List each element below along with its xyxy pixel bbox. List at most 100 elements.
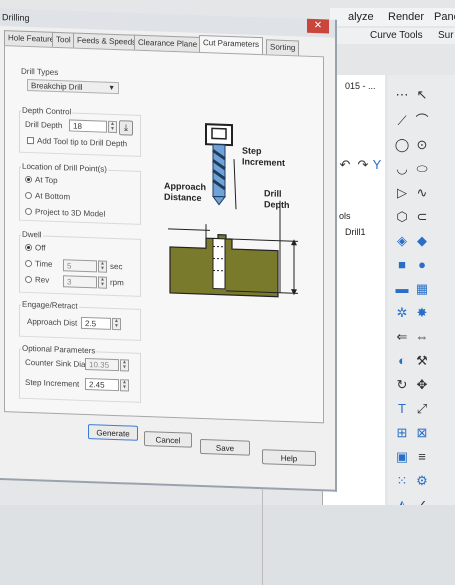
- command-area: [0, 505, 455, 585]
- dialog-title: Drilling: [2, 12, 30, 24]
- toolbar-tabs: Curve Tools Sur: [330, 28, 455, 44]
- approach-label-line1: Approach: [164, 181, 206, 192]
- explode-icon[interactable]: ✸: [414, 305, 430, 321]
- add-tool-tip-checkbox[interactable]: [27, 136, 34, 145]
- mirror-icon[interactable]: ⊠: [414, 425, 430, 441]
- tool-holder-inner: [211, 127, 227, 140]
- boolean-icon[interactable]: ◐: [394, 353, 410, 369]
- dwell-time-unit: sec: [110, 261, 123, 272]
- tools-icon[interactable]: ⚙: [414, 473, 430, 489]
- radio-project-3d[interactable]: [25, 207, 32, 216]
- sphere-icon[interactable]: ●: [414, 257, 430, 273]
- approach-dist-input[interactable]: 2.5: [81, 316, 111, 330]
- dwell-time-input[interactable]: 5: [63, 259, 97, 273]
- array-icon[interactable]: ⊞: [394, 425, 410, 441]
- polygon-icon[interactable]: ⬡: [394, 209, 410, 225]
- generate-button[interactable]: Generate: [88, 424, 138, 441]
- join-icon[interactable]: ⇐: [394, 329, 410, 345]
- step-increment-input[interactable]: 2.45: [85, 377, 119, 392]
- point-icon[interactable]: ⋯: [394, 87, 410, 103]
- approach-dist-label: Approach Dist: [27, 316, 78, 328]
- menu-analyze[interactable]: alyze: [348, 11, 374, 23]
- tab-tool[interactable]: Tool: [52, 31, 75, 48]
- split-icon[interactable]: ⇔: [414, 329, 430, 345]
- box-icon[interactable]: ■: [394, 257, 410, 273]
- menu-panels[interactable]: Pane: [434, 11, 455, 23]
- drill-type-value: Breakchip Drill: [31, 81, 83, 92]
- menu-bar: alyze Render Pane: [330, 8, 455, 26]
- drill-depth-input[interactable]: 18: [69, 119, 107, 133]
- undo-icon[interactable]: ↶: [337, 157, 353, 173]
- panel-item-tools[interactable]: ols: [339, 211, 351, 221]
- counter-sink-spinner[interactable]: ▲ ▼: [120, 359, 129, 372]
- step-label-line2: Increment: [242, 156, 285, 167]
- drill-tip: [212, 195, 226, 206]
- rotate-icon[interactable]: ↻: [394, 377, 410, 393]
- arc-icon[interactable]: ◡: [394, 161, 410, 177]
- radio-dwell-time[interactable]: [25, 259, 32, 268]
- select-arrow-icon[interactable]: ↖: [414, 87, 430, 103]
- radio-dwell-off[interactable]: [25, 243, 32, 252]
- drill-depth-spinner[interactable]: ▲ ▼: [108, 120, 117, 134]
- step-increment-spinner[interactable]: ▲ ▼: [120, 379, 129, 392]
- spline-icon[interactable]: ⊂: [414, 209, 430, 225]
- cylinder-icon[interactable]: ▬: [394, 281, 410, 297]
- approach-line: [168, 228, 210, 231]
- radio-dwell-rev[interactable]: [25, 275, 32, 284]
- tab-curve-tools[interactable]: Curve Tools: [370, 30, 423, 41]
- circle-point-icon[interactable]: ⊙: [414, 137, 430, 153]
- counter-sink-input[interactable]: 10.35: [85, 357, 119, 372]
- depth-control-label: Depth Control: [21, 105, 73, 117]
- curve-icon[interactable]: ⌒: [414, 113, 430, 129]
- menu-render[interactable]: Render: [388, 11, 424, 23]
- ellipse-icon[interactable]: ⬭: [414, 161, 430, 177]
- close-button[interactable]: ✕: [307, 18, 329, 34]
- radio-at-top[interactable]: [25, 175, 32, 184]
- dwell-off-label: Off: [35, 243, 46, 253]
- step-increment-leader: [233, 159, 237, 210]
- fork-icon[interactable]: Y: [369, 157, 385, 173]
- surface-icon[interactable]: ◆: [414, 233, 430, 249]
- triangle-icon[interactable]: ▷: [394, 185, 410, 201]
- circle-icon[interactable]: ◯: [394, 137, 410, 153]
- polyline-icon[interactable]: ⟋: [394, 113, 410, 129]
- panel-item-drill1[interactable]: Drill1: [345, 227, 366, 237]
- gear-icon[interactable]: ✲: [394, 305, 410, 321]
- grid-icon[interactable]: ⁙: [394, 473, 410, 489]
- drill-depth-label: Drill Depth: [25, 119, 63, 131]
- dwell-time-label: Time: [35, 259, 53, 269]
- scale-icon[interactable]: ⤢: [414, 401, 430, 417]
- drill-type-select[interactable]: Breakchip Drill ▼: [27, 78, 119, 95]
- dwell-time-spinner[interactable]: ▲ ▼: [98, 260, 107, 273]
- cut-parameters-page: Drill Types Breakchip Drill ▼ Depth Cont…: [4, 45, 324, 424]
- save-button[interactable]: Save: [200, 438, 250, 456]
- align-icon[interactable]: ≡: [414, 449, 430, 465]
- approach-label-line2: Distance: [164, 192, 202, 203]
- dwell-rev-input[interactable]: 3: [63, 275, 97, 289]
- drilling-diagram: Step Increment Approach Distance Drill D…: [164, 123, 298, 298]
- drill-types-label: Drill Types: [21, 66, 59, 78]
- chevron-down-icon: ▼: [108, 84, 115, 93]
- depth-label-line2: Depth: [264, 199, 289, 210]
- drilling-dialog: Drilling ✕ Hole Features Tool Feeds & Sp…: [0, 8, 337, 492]
- tab-surface-tools[interactable]: Sur: [438, 30, 454, 41]
- mesh-icon[interactable]: ▦: [414, 281, 430, 297]
- layers-icon[interactable]: ▣: [394, 449, 410, 465]
- dwell-rev-unit: rpm: [110, 277, 124, 288]
- move-icon[interactable]: ✥: [414, 377, 430, 393]
- dwell-label: Dwell: [21, 229, 43, 240]
- optional-group: [19, 348, 141, 403]
- freeform-icon[interactable]: ∿: [414, 185, 430, 201]
- radio-at-bottom[interactable]: [25, 191, 32, 200]
- surface-grid-icon[interactable]: ◈: [394, 233, 410, 249]
- wrench-icon[interactable]: ⚒: [414, 353, 430, 369]
- step-increment-label: Step Increment: [25, 377, 80, 389]
- approach-dist-spinner[interactable]: ▲ ▼: [112, 317, 121, 331]
- help-button[interactable]: Help: [262, 449, 316, 467]
- cancel-button[interactable]: Cancel: [144, 431, 192, 448]
- tab-sorting[interactable]: Sorting: [266, 39, 300, 56]
- text-icon[interactable]: T: [394, 401, 410, 417]
- pick-depth-button[interactable]: ⤓: [119, 120, 133, 136]
- at-top-label: At Top: [35, 175, 58, 186]
- dwell-rev-spinner[interactable]: ▲ ▼: [98, 276, 107, 289]
